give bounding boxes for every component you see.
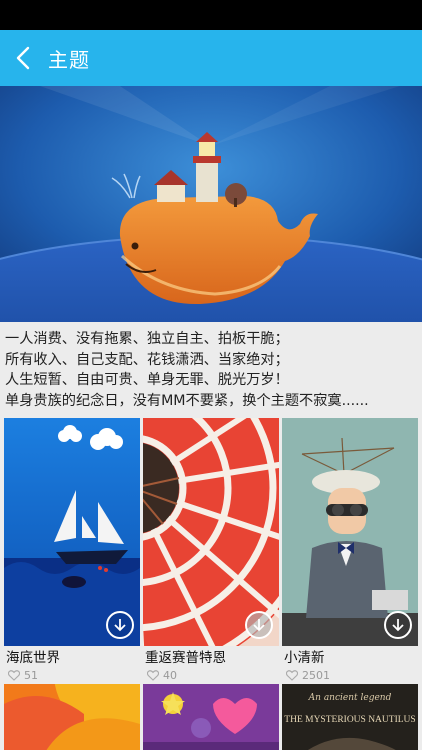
theme-description: 一人消费、没有拖累、独立自主、拍板干脆； 所有收入、自己支配、花钱潇洒、当家绝对… bbox=[0, 322, 422, 414]
download-icon bbox=[114, 619, 126, 632]
heart-icon bbox=[8, 669, 20, 681]
description-line: 所有收入、自己支配、花钱潇洒、当家绝对； bbox=[5, 351, 289, 368]
theme-thumbnail[interactable] bbox=[282, 418, 418, 646]
description-line: 人生短暂、自由可贵、单身无罪、脱光万岁！ bbox=[5, 372, 289, 389]
download-button[interactable] bbox=[384, 611, 412, 639]
theme-thumbnail[interactable] bbox=[143, 418, 279, 646]
page-title: 主题 bbox=[48, 47, 90, 72]
download-icon bbox=[253, 619, 265, 632]
theme-card[interactable]: 海底世界 51 bbox=[4, 418, 140, 683]
back-arrow-icon bbox=[16, 46, 30, 70]
theme-thumbnail[interactable] bbox=[143, 684, 279, 750]
description-line: 一人消费、没有拖累、独立自主、拍板干脆； bbox=[5, 331, 289, 347]
download-button[interactable] bbox=[106, 611, 134, 639]
theme-thumbnail[interactable] bbox=[4, 418, 140, 646]
theme-title: 海底世界 bbox=[6, 650, 60, 666]
nautilus-title: THE MYSTERIOUS NAUTILUS bbox=[284, 715, 415, 725]
theme-card[interactable]: 小清新 2501 bbox=[282, 418, 418, 683]
heart-icon bbox=[147, 669, 159, 681]
back-button[interactable] bbox=[0, 30, 46, 86]
like-count[interactable]: 2501 bbox=[282, 667, 418, 683]
status-bar bbox=[0, 0, 422, 30]
download-icon bbox=[392, 619, 404, 632]
hero-banner-image bbox=[0, 86, 422, 322]
nautilus-subtitle: An ancient legend bbox=[308, 693, 392, 703]
app-bar: 主题 bbox=[0, 30, 422, 86]
theme-thumbnail[interactable]: An ancient legend THE MYSTERIOUS NAUTILU… bbox=[282, 684, 418, 750]
theme-card[interactable]: 重返赛普特恩 40 bbox=[143, 418, 279, 683]
like-count[interactable]: 40 bbox=[143, 667, 279, 683]
like-count-value: 51 bbox=[24, 668, 38, 682]
theme-thumbnail[interactable] bbox=[4, 684, 140, 750]
description-line: 单身贵族的纪念日，没有MM不要紧，换个主题不寂寞...... bbox=[5, 392, 369, 409]
download-button[interactable] bbox=[245, 611, 273, 639]
like-count[interactable]: 51 bbox=[4, 667, 140, 683]
theme-title: 小清新 bbox=[284, 650, 325, 666]
heart-icon bbox=[286, 669, 298, 681]
like-count-value: 40 bbox=[163, 668, 177, 682]
like-count-value: 2501 bbox=[302, 668, 330, 682]
theme-title: 重返赛普特恩 bbox=[145, 650, 226, 666]
